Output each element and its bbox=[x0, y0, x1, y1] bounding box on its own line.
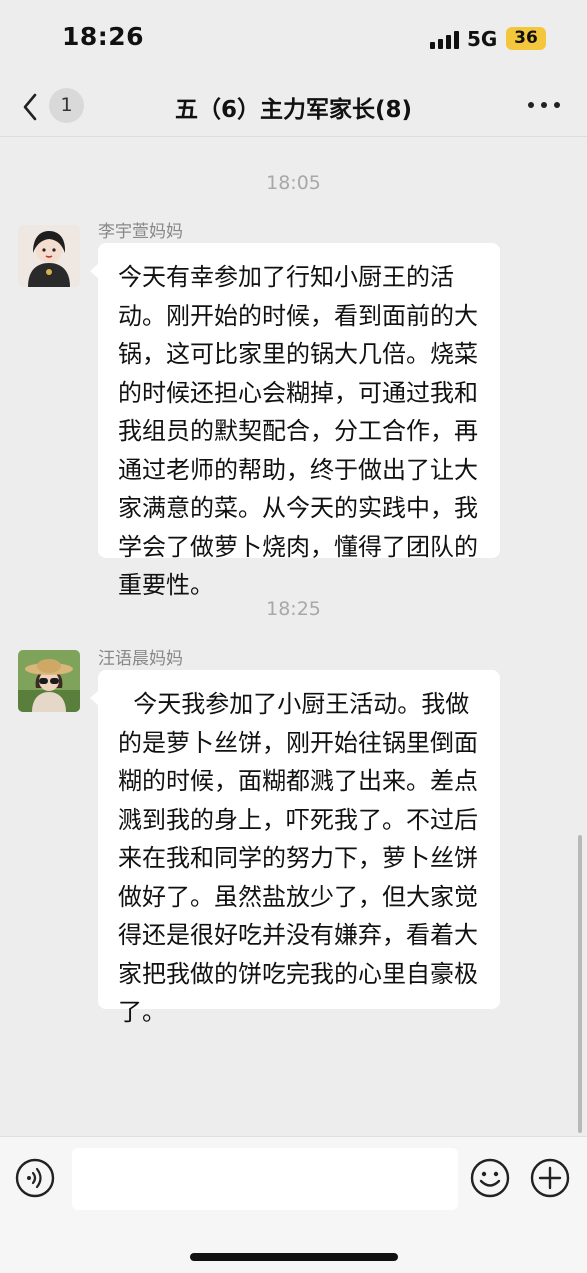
status-time: 18:26 bbox=[62, 22, 145, 51]
more-functions-button[interactable] bbox=[530, 1158, 570, 1198]
home-indicator[interactable] bbox=[190, 1253, 398, 1261]
message-bubble[interactable]: 今天有幸参加了行知小厨王的活动。刚开始的时候，看到面前的大锅，这可比家里的锅大几… bbox=[90, 243, 500, 599]
message-bubble[interactable]: 今天我参加了小厨王活动。我做的是萝卜丝饼，刚开始往锅里倒面糊的时候，面糊都溅了出… bbox=[90, 670, 500, 1026]
network-label: 5G bbox=[467, 27, 498, 51]
plus-icon bbox=[530, 1158, 570, 1198]
more-button[interactable] bbox=[528, 102, 560, 112]
status-bar: 18:26 5G 36 bbox=[0, 0, 587, 78]
message-timestamp: 18:05 bbox=[266, 172, 321, 194]
chat-header: 1 五（6）主力军家长(8) bbox=[0, 78, 587, 137]
message-input[interactable] bbox=[72, 1148, 458, 1210]
emoji-icon bbox=[470, 1158, 510, 1198]
voice-icon bbox=[15, 1158, 55, 1198]
avatar-image bbox=[18, 650, 80, 712]
chat-title: 五（6）主力军家长(8) bbox=[174, 97, 413, 123]
sender-name: 李宇萱妈妈 bbox=[98, 222, 183, 242]
avatar[interactable] bbox=[18, 225, 80, 287]
battery-icon: 36 bbox=[506, 27, 546, 50]
avatar[interactable] bbox=[18, 650, 80, 712]
voice-button[interactable] bbox=[15, 1158, 55, 1198]
avatar-image bbox=[18, 225, 80, 287]
scrollbar[interactable] bbox=[578, 835, 582, 1133]
emoji-button[interactable] bbox=[470, 1158, 510, 1198]
sender-name: 汪语晨妈妈 bbox=[98, 649, 183, 669]
message-timestamp: 18:25 bbox=[266, 598, 321, 620]
signal-icon bbox=[430, 31, 460, 49]
